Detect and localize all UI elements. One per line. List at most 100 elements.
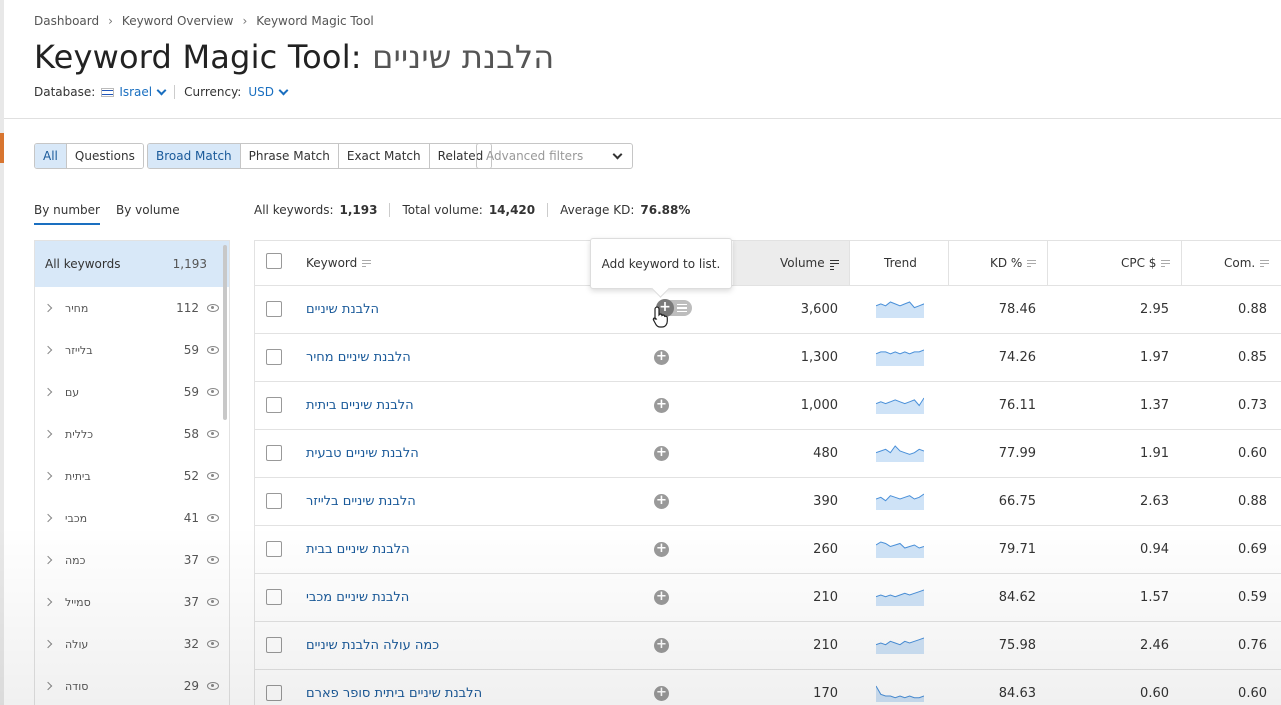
- eye-icon[interactable]: [207, 304, 219, 312]
- group-item[interactable]: מחיר 112: [35, 287, 229, 329]
- group-count: 32: [183, 637, 199, 651]
- add-to-list-button[interactable]: +: [654, 494, 669, 509]
- advanced-filters-dropdown[interactable]: Advanced filters: [476, 143, 633, 169]
- add-to-list-button[interactable]: +: [654, 638, 669, 653]
- row-checkbox[interactable]: [266, 397, 282, 413]
- chevron-right-icon[interactable]: [43, 345, 53, 355]
- header-cpc[interactable]: CPC $: [1121, 241, 1171, 285]
- com-cell: 0.76: [1238, 638, 1267, 653]
- add-to-list-button[interactable]: +: [654, 350, 669, 365]
- groups-scrollbar[interactable]: [223, 245, 227, 420]
- header-com[interactable]: Com.: [1224, 241, 1270, 285]
- row-checkbox[interactable]: [266, 349, 282, 365]
- group-label: כמה: [65, 553, 86, 567]
- filter-exact-match[interactable]: Exact Match: [337, 144, 429, 168]
- keyword-link[interactable]: הלבנת שיניים ביתית: [306, 382, 414, 429]
- kd-cell: 66.75: [998, 494, 1036, 509]
- keywords-table: Keyword Volume Trend KD % CPC $ Com. הלב…: [254, 240, 1281, 705]
- keyword-link[interactable]: הלבנת שיניים מכבי: [306, 574, 409, 621]
- currency-select[interactable]: USD: [248, 85, 289, 99]
- keyword-link[interactable]: הלבנת שיניים: [306, 286, 379, 333]
- group-count: 112: [176, 301, 199, 315]
- add-to-list-button[interactable]: +: [654, 686, 669, 701]
- row-checkbox[interactable]: [266, 637, 282, 653]
- database-select[interactable]: Israel: [95, 85, 167, 99]
- header-volume[interactable]: Volume: [780, 241, 839, 285]
- filter-broad-match[interactable]: Broad Match: [148, 144, 240, 168]
- kd-cell: 84.62: [998, 590, 1036, 605]
- group-item[interactable]: עולה 32: [35, 623, 229, 665]
- row-checkbox[interactable]: [266, 301, 282, 317]
- chevron-right-icon[interactable]: [43, 387, 53, 397]
- table-row: הלבנת שיניים טבעית +480 77.99 1.91 0.60: [255, 430, 1281, 478]
- eye-icon[interactable]: [207, 640, 219, 648]
- chevron-right-icon: ›: [242, 14, 248, 28]
- add-to-list-button[interactable]: +: [654, 446, 669, 461]
- eye-icon[interactable]: [207, 346, 219, 354]
- eye-icon[interactable]: [207, 598, 219, 606]
- keyword-link[interactable]: הלבנת שיניים ביתית סופר פארם: [306, 670, 482, 705]
- com-cell: 0.88: [1238, 302, 1267, 317]
- breadcrumb-keyword-overview[interactable]: Keyword Overview: [122, 14, 234, 28]
- column-divider: [1181, 241, 1182, 285]
- header-volume-label: Volume: [780, 256, 825, 270]
- group-all-keywords[interactable]: All keywords 1,193: [35, 241, 229, 287]
- header-keyword[interactable]: Keyword: [306, 241, 372, 285]
- row-checkbox[interactable]: [266, 493, 282, 509]
- keyword-link[interactable]: כמה עולה הלבנת שיניים: [306, 622, 439, 669]
- keyword-link[interactable]: הלבנת שיניים טבעית: [306, 430, 419, 477]
- group-item[interactable]: סודה 29: [35, 665, 229, 705]
- keyword-link[interactable]: הלבנת שיניים בבית: [306, 526, 410, 573]
- eye-icon[interactable]: [207, 472, 219, 480]
- group-item[interactable]: מכבי 41: [35, 497, 229, 539]
- table-header: Keyword Volume Trend KD % CPC $ Com.: [255, 241, 1281, 286]
- com-cell: 0.73: [1238, 398, 1267, 413]
- filter-questions[interactable]: Questions: [65, 144, 143, 168]
- eye-icon[interactable]: [207, 682, 219, 690]
- chevron-right-icon[interactable]: [43, 513, 53, 523]
- chevron-right-icon[interactable]: [43, 639, 53, 649]
- tab-by-volume[interactable]: By volume: [116, 203, 180, 225]
- row-checkbox[interactable]: [266, 541, 282, 557]
- add-to-list-button[interactable]: +: [654, 590, 669, 605]
- tab-by-number[interactable]: By number: [34, 203, 100, 225]
- table-row: הלבנת שיניים מכבי +210 84.62 1.57 0.59: [255, 574, 1281, 622]
- keyword-link[interactable]: הלבנת שיניים בלייזר: [306, 478, 416, 525]
- chevron-right-icon[interactable]: [43, 429, 53, 439]
- group-label: סודה: [65, 679, 89, 693]
- group-item[interactable]: כמה 37: [35, 539, 229, 581]
- group-all-label: All keywords: [45, 257, 121, 271]
- group-item[interactable]: בלייזר 59: [35, 329, 229, 371]
- header-kd[interactable]: KD %: [990, 241, 1037, 285]
- row-checkbox[interactable]: [266, 445, 282, 461]
- chevron-right-icon[interactable]: [43, 681, 53, 691]
- keyword-link[interactable]: הלבנת שיניים מחיר: [306, 334, 411, 381]
- row-checkbox[interactable]: [266, 685, 282, 701]
- trend-sparkline: [876, 637, 924, 654]
- trend-area: [876, 398, 924, 414]
- eye-icon[interactable]: [207, 430, 219, 438]
- chevron-right-icon[interactable]: [43, 471, 53, 481]
- chevron-right-icon[interactable]: [43, 303, 53, 313]
- chevron-right-icon[interactable]: [43, 555, 53, 565]
- cpc-cell: 0.60: [1140, 686, 1169, 701]
- table-row: הלבנת שיניים 3,600 78.46 2.95 0.88: [255, 286, 1281, 334]
- breadcrumb-dashboard[interactable]: Dashboard: [34, 14, 99, 28]
- group-item[interactable]: עם 59: [35, 371, 229, 413]
- eye-icon[interactable]: [207, 514, 219, 522]
- select-all-checkbox[interactable]: [266, 253, 282, 269]
- eye-icon[interactable]: [207, 556, 219, 564]
- eye-icon[interactable]: [207, 388, 219, 396]
- trend-area: [876, 542, 924, 558]
- row-checkbox[interactable]: [266, 589, 282, 605]
- group-item[interactable]: כללית 58: [35, 413, 229, 455]
- add-to-list-button[interactable]: +: [654, 542, 669, 557]
- group-item[interactable]: סמייל 37: [35, 581, 229, 623]
- volume-cell: 170: [813, 686, 838, 701]
- filter-phrase-match[interactable]: Phrase Match: [239, 144, 338, 168]
- add-to-list-button[interactable]: +: [654, 398, 669, 413]
- chevron-right-icon[interactable]: [43, 597, 53, 607]
- table-row: כמה עולה הלבנת שיניים +210 75.98 2.46 0.76: [255, 622, 1281, 670]
- filter-all[interactable]: All: [35, 144, 66, 168]
- group-item[interactable]: ביתית 52: [35, 455, 229, 497]
